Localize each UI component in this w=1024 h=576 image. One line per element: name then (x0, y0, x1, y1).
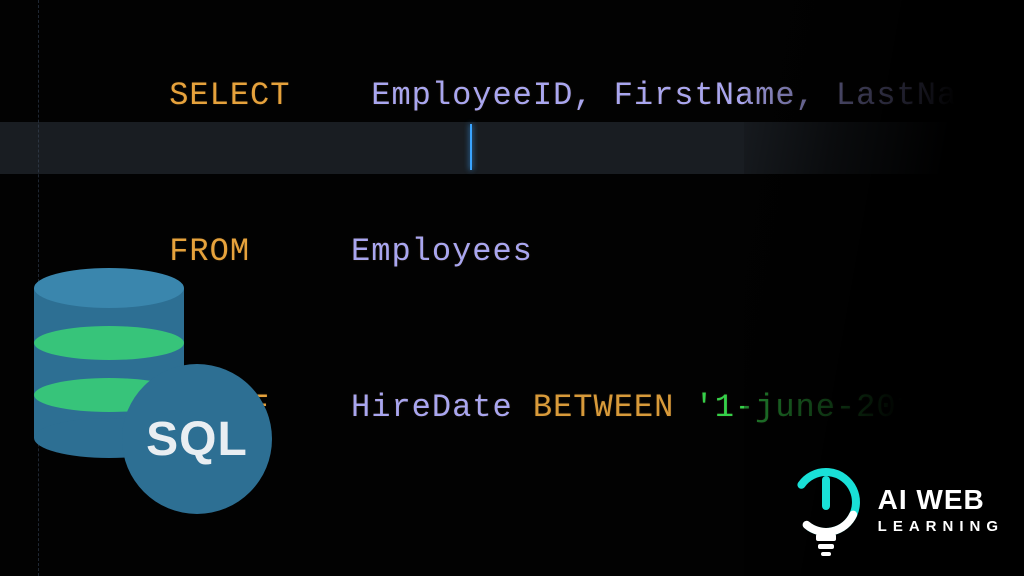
table-employees: Employees (351, 233, 533, 270)
sql-badge-label: SQL (146, 412, 248, 467)
brand-text: AI WEB LEARNING (878, 486, 1004, 535)
brand-title: AI WEB (878, 486, 1004, 514)
col-hire-date: HireDate (351, 389, 513, 426)
sql-database-icon: SQL (34, 268, 244, 498)
brand-subtitle: LEARNING (878, 518, 1004, 535)
keyword-between: BETWEEN (533, 389, 674, 426)
text-cursor (470, 124, 472, 170)
col-employee-id: EmployeeID (371, 77, 573, 114)
lightbulb-power-icon (788, 464, 864, 556)
keyword-select: SELECT (169, 77, 290, 114)
keyword-from: FROM (169, 233, 250, 270)
sql-badge-circle: SQL (122, 364, 272, 514)
brand-logo: AI WEB LEARNING (788, 464, 1004, 556)
sql-editor-screenshot: SELECT EmployeeID, FirstName, LastNa FRO… (0, 0, 1024, 576)
